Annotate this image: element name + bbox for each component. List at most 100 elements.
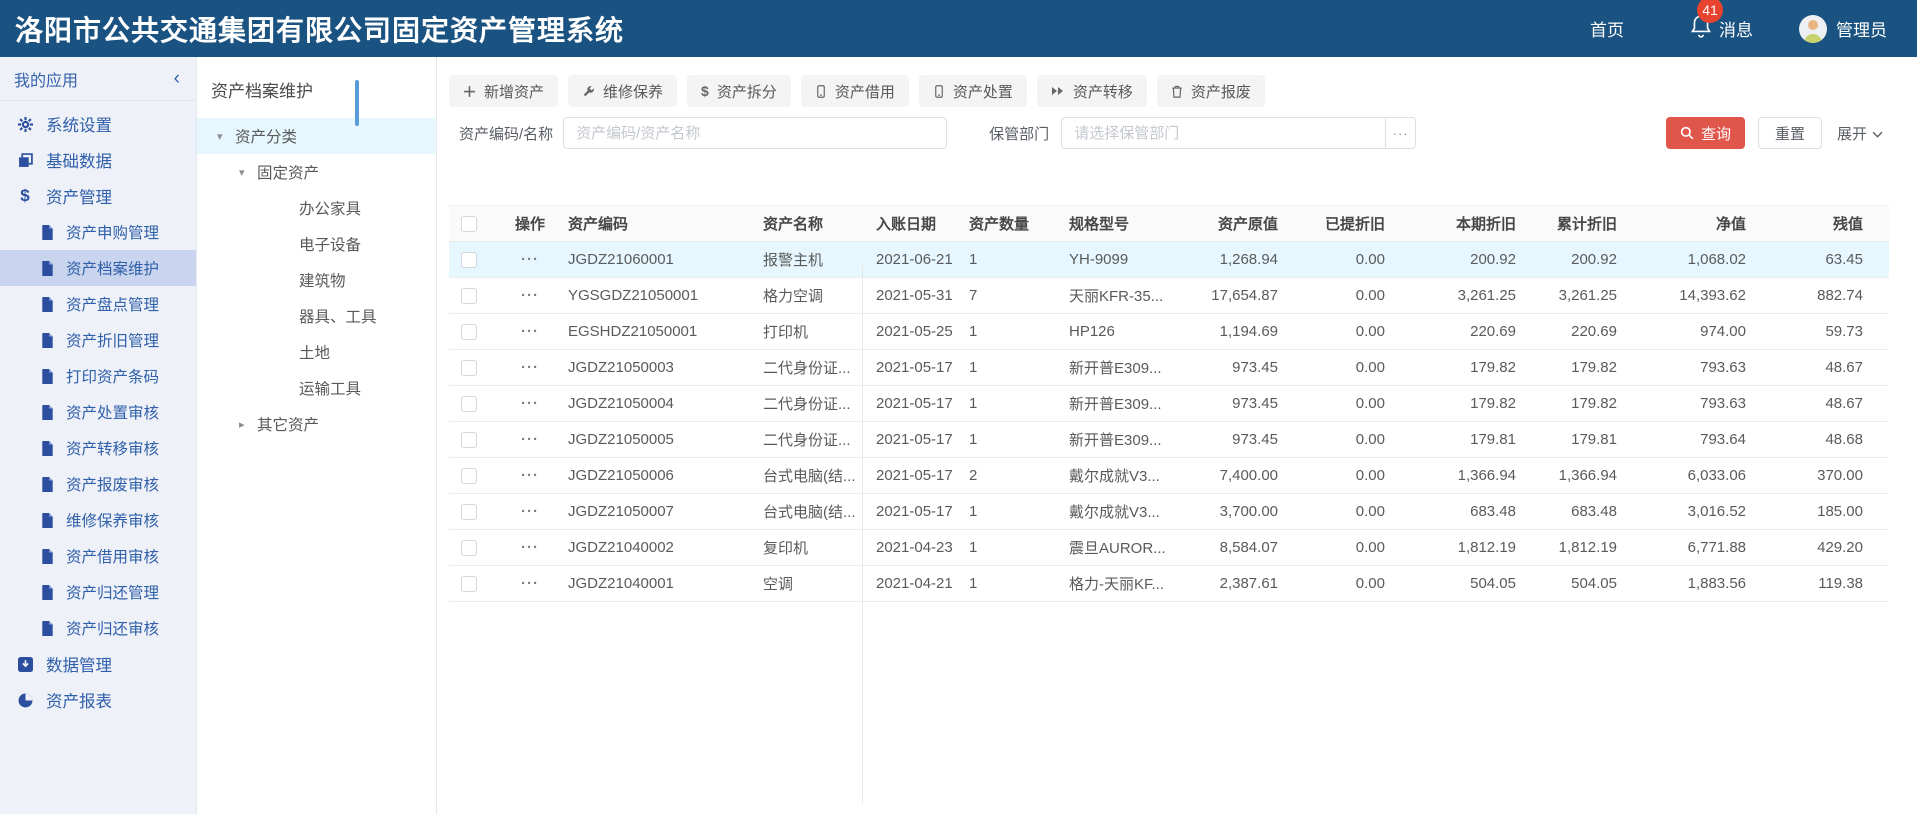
table-row[interactable]: ··· JGDZ21050006 台式电脑(结... 2021-05-17 2 戴尔成就V…	[449, 457, 1889, 494]
sidebar-item[interactable]: 资产报废审核	[0, 466, 196, 502]
forward-toolbar-button[interactable]: 资产转移	[1036, 75, 1147, 107]
row-actions-button[interactable]: ···	[500, 493, 560, 530]
cell-cur: 1,812.19	[1393, 529, 1524, 566]
row-actions-button[interactable]: ···	[500, 313, 560, 350]
tree-scrollbar-thumb[interactable]	[355, 80, 359, 126]
row-actions-button[interactable]: ···	[500, 457, 560, 494]
sidebar-item[interactable]: 打印资产条码	[0, 358, 196, 394]
table-row[interactable]: ··· JGDZ21050003 二代身份证... 2021-05-17 1 新开普E30…	[449, 349, 1889, 386]
user-menu[interactable]: 管理员	[1799, 14, 1887, 43]
cell-acc: 683.48	[1524, 493, 1625, 530]
sidebar-item[interactable]: 资产借用审核	[0, 538, 196, 574]
more-actions-icon[interactable]: ···	[521, 467, 539, 484]
search-button[interactable]: 查询	[1665, 117, 1745, 149]
wrench-toolbar-button[interactable]: 维修保养	[568, 75, 678, 107]
tree-caret-icon[interactable]: ▸	[239, 418, 257, 431]
trash-toolbar-button[interactable]: 资产报废	[1156, 75, 1265, 107]
table-row[interactable]: ··· JGDZ21040002 复印机 2021-04-23 1 震旦AUROR... 8…	[449, 529, 1889, 566]
row-checkbox[interactable]	[461, 540, 477, 557]
row-actions-button[interactable]: ···	[500, 349, 560, 386]
sidebar-item[interactable]: 资产档案维护	[0, 250, 196, 286]
sidebar-item[interactable]: 基础数据	[0, 142, 196, 178]
tree-caret-icon[interactable]: ▾	[217, 130, 235, 143]
app-sidebar: 我的应用 ‹ 系统设置 基础数据 $ 资产管理 资产申购管理 资产档案维护 资产盘点管理 资产…	[0, 57, 197, 814]
more-actions-icon[interactable]: ···	[521, 395, 539, 412]
sidebar-item[interactable]: 资产报表	[0, 682, 196, 718]
table-row[interactable]: ··· JGDZ21050005 二代身份证... 2021-05-17 1 新开普E30…	[449, 421, 1889, 458]
row-checkbox[interactable]	[461, 360, 477, 377]
sidebar-item[interactable]: 资产处置审核	[0, 394, 196, 430]
row-actions-button[interactable]: ···	[500, 565, 560, 602]
row-checkbox[interactable]	[461, 324, 477, 341]
row-actions-button[interactable]: ···	[500, 385, 560, 422]
table-row[interactable]: ··· JGDZ21050007 台式电脑(结... 2021-05-17 1 戴尔成就V…	[449, 493, 1889, 530]
more-actions-icon[interactable]: ···	[521, 251, 539, 268]
more-actions-icon[interactable]: ···	[521, 323, 539, 340]
row-checkbox[interactable]	[461, 252, 477, 269]
sidebar-item[interactable]: 数据管理	[0, 646, 196, 682]
device-toolbar-button[interactable]: 资产借用	[800, 75, 909, 107]
tree-node[interactable]: 办公家具	[197, 190, 436, 226]
sidebar-item[interactable]: 资产盘点管理	[0, 286, 196, 322]
row-actions-button[interactable]: ···	[500, 241, 560, 278]
more-actions-icon[interactable]: ···	[521, 359, 539, 376]
table-row[interactable]: ··· JGDZ21040001 空调 2021-04-21 1 格力-天丽KF... 2,…	[449, 565, 1889, 602]
table-row[interactable]: ··· JGDZ21050004 二代身份证... 2021-05-17 1 新开普E30…	[449, 385, 1889, 422]
tree-node[interactable]: ▾ 资产分类	[197, 118, 436, 154]
wrench-icon	[582, 85, 595, 98]
table-row[interactable]: ··· JGDZ21060001 报警主机 2021-06-21 1 YH-9099 1,2…	[449, 241, 1889, 278]
device-toolbar-button[interactable]: 资产处置	[918, 75, 1027, 107]
dept-picker-button[interactable]: ···	[1386, 117, 1417, 149]
tree-node[interactable]: 电子设备	[197, 226, 436, 262]
expand-toggle[interactable]: 展开	[1837, 123, 1883, 144]
cell-code: JGDZ21060001	[560, 241, 755, 278]
row-checkbox[interactable]	[461, 432, 477, 449]
row-checkbox[interactable]	[461, 396, 477, 413]
dept-select-input[interactable]	[1061, 117, 1387, 149]
column-header-op: 操作	[500, 205, 560, 242]
more-actions-icon[interactable]: ···	[521, 431, 539, 448]
sidebar-item[interactable]: 系统设置	[0, 106, 196, 142]
sidebar-item[interactable]: 资产转移审核	[0, 430, 196, 466]
sidebar-item[interactable]: 维修保养审核	[0, 502, 196, 538]
row-checkbox[interactable]	[461, 504, 477, 521]
tree-node[interactable]: 土地	[197, 334, 436, 370]
table-row[interactable]: ··· EGSHDZ21050001 打印机 2021-05-25 1 HP126 1,19…	[449, 313, 1889, 350]
more-actions-icon[interactable]: ···	[521, 503, 539, 520]
data-icon	[16, 656, 34, 672]
split-toolbar-button[interactable]: $ 资产拆分	[687, 75, 791, 107]
sidebar-item[interactable]: 资产申购管理	[0, 214, 196, 250]
row-actions-button[interactable]: ···	[500, 277, 560, 314]
tree-node[interactable]: 运输工具	[197, 370, 436, 406]
table-row[interactable]: ··· YGSGDZ21050001 格力空调 2021-05-31 7 天丽KFR-35…	[449, 277, 1889, 314]
row-checkbox[interactable]	[461, 576, 477, 593]
code-search-input[interactable]	[563, 117, 948, 149]
row-checkbox[interactable]	[461, 468, 477, 485]
tree-node[interactable]: ▾ 固定资产	[197, 154, 436, 190]
more-actions-icon[interactable]: ···	[521, 539, 539, 556]
messages-link[interactable]: 41 消息	[1690, 0, 1753, 43]
tree-node[interactable]: 建筑物	[197, 262, 436, 298]
cell-resid: 48.67	[1754, 349, 1871, 386]
row-actions-button[interactable]: ···	[500, 529, 560, 566]
nav-home-link[interactable]: 首页	[1590, 16, 1624, 41]
cell-taken: 0.00	[1286, 313, 1393, 350]
cell-qty: 1	[961, 385, 1061, 422]
sidebar-item[interactable]: 资产归还管理	[0, 574, 196, 610]
more-actions-icon[interactable]: ···	[521, 575, 539, 592]
toolbar-button-label: 资产拆分	[716, 83, 777, 101]
sidebar-item[interactable]: 资产折旧管理	[0, 322, 196, 358]
main-layout: 我的应用 ‹ 系统设置 基础数据 $ 资产管理 资产申购管理 资产档案维护 资产盘点管理 资产…	[0, 57, 1917, 814]
plus-toolbar-button[interactable]: 新增资产	[449, 75, 559, 107]
select-all-checkbox[interactable]	[461, 216, 477, 233]
row-actions-button[interactable]: ···	[500, 421, 560, 458]
tree-caret-icon[interactable]: ▾	[239, 166, 257, 179]
sidebar-item[interactable]: $ 资产管理	[0, 178, 196, 214]
reset-button[interactable]: 重置	[1757, 117, 1822, 149]
more-actions-icon[interactable]: ···	[521, 287, 539, 304]
sidebar-collapse-icon[interactable]: ‹	[174, 69, 180, 88]
tree-node[interactable]: ▸ 其它资产	[197, 406, 436, 442]
tree-node[interactable]: 器具、工具	[197, 298, 436, 334]
row-checkbox[interactable]	[461, 288, 477, 305]
sidebar-item[interactable]: 资产归还审核	[0, 610, 196, 646]
